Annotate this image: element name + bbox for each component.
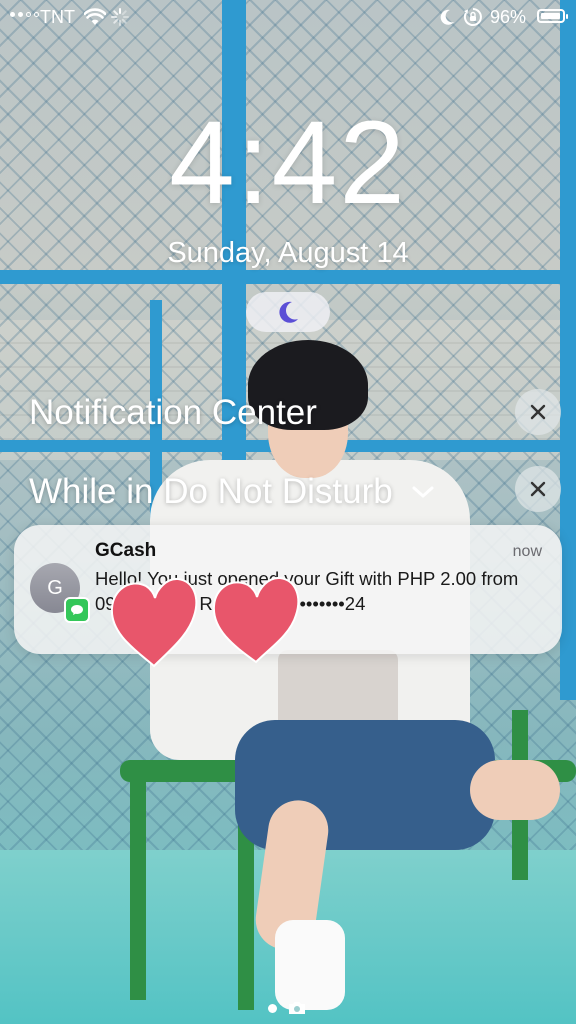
page-indicator [268,1000,307,1016]
wallpaper-person-leg [470,760,560,820]
chevron-down-icon [412,486,434,498]
moon-icon [438,8,456,31]
close-icon [530,481,546,497]
clear-dnd-notifications-button[interactable] [515,466,561,512]
wallpaper-person-sock [275,920,345,1010]
dnd-section-header[interactable]: While in Do Not Disturb [29,472,435,512]
signal-dots-icon [10,12,39,17]
wallpaper-bench-leg [130,770,146,1000]
lock-screen-date: Sunday, August 14 [167,237,409,269]
page-dot [268,1003,277,1013]
focus-mode-button[interactable] [246,292,330,332]
notification-title: GCash [95,540,157,561]
camera-icon[interactable] [287,1000,307,1016]
moon-icon [279,301,298,323]
heart-sticker [110,577,198,668]
heart-sticker [212,576,300,664]
dnd-section-title: While in Do Not Disturb [29,472,393,511]
notification-center-title: Notification Center [29,393,317,432]
wifi-icon [83,8,107,31]
notification-time: now [512,543,542,560]
orientation-lock-icon [463,7,483,32]
heart-stickers [110,576,300,668]
status-bar: TNT 96% [0,0,576,36]
clear-notification-center-button[interactable] [515,389,561,435]
carrier-name: TNT [40,7,75,27]
wallpaper-rail [0,270,576,284]
close-icon [530,404,546,420]
battery-icon [537,9,568,23]
loading-spinner-icon [111,8,129,31]
lock-screen-time: 4:42 [169,97,407,229]
messages-icon [64,597,90,623]
battery-percentage: 96% [490,7,527,27]
